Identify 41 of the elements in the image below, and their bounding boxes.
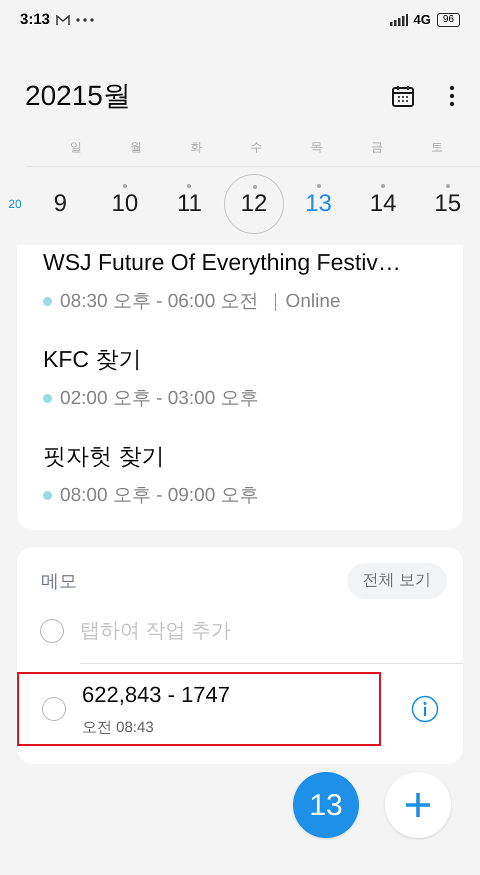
week-number: 20 <box>7 196 23 213</box>
menu-icon[interactable] <box>449 85 455 107</box>
weekday-label: 월 <box>129 139 144 156</box>
weekday-label: 화 <box>189 139 204 156</box>
checkbox-icon[interactable] <box>42 697 66 721</box>
event-time: 08:30 오후 - 06:00 오전 <box>60 290 259 314</box>
day-cell[interactable]: 9 <box>30 174 90 234</box>
weekday-label: 토 <box>430 139 444 156</box>
network-label: 4G <box>414 11 431 30</box>
memo-item[interactable]: 622,843 - 1747 오전 08:43 <box>17 672 381 746</box>
day-cell[interactable]: 15 <box>418 174 478 234</box>
event-time: 02:00 오후 - 03:00 오후 <box>60 386 259 410</box>
checkbox-icon <box>40 619 64 643</box>
plus-icon[interactable] <box>404 791 432 819</box>
day-cell[interactable]: 12 <box>224 174 284 234</box>
battery-indicator: 96 <box>436 13 460 27</box>
memo-title: 메모 <box>41 570 77 592</box>
add-button[interactable] <box>385 772 451 838</box>
signal-icon <box>390 14 408 26</box>
more-icon <box>76 18 94 22</box>
memo-time: 오전 08:43 <box>82 718 155 738</box>
weekday-label: 목 <box>310 139 324 156</box>
weekday-label: 금 <box>370 139 384 156</box>
day-cell[interactable]: 14 <box>353 174 414 234</box>
month-title: 20215월 <box>25 79 131 113</box>
event-title[interactable]: KFC 찾기 <box>43 342 437 376</box>
weekday-label: 수 <box>249 139 264 156</box>
view-all-button[interactable]: 전체 보기 <box>346 563 447 599</box>
event-location: Online <box>274 292 340 311</box>
day-cell[interactable]: 11 <box>159 174 220 234</box>
weekday-label: 일 <box>69 139 84 156</box>
mail-icon <box>56 14 70 26</box>
event-title[interactable]: 핏자헛 찾기 <box>43 439 437 474</box>
event-time: 08:00 오후 - 09:00 오후 <box>60 484 259 508</box>
info-icon[interactable] <box>411 695 439 723</box>
day-cell[interactable]: 10 <box>94 174 155 234</box>
event-title[interactable]: WSJ Future Of Everything Festiv… <box>43 245 437 280</box>
calendar-icon[interactable] <box>391 84 415 108</box>
status-time: 3:13 <box>20 10 50 30</box>
add-task-field[interactable]: 탭하여 작업 추가 <box>80 616 463 646</box>
memo-text: 622,843 - 1747 <box>82 681 230 710</box>
